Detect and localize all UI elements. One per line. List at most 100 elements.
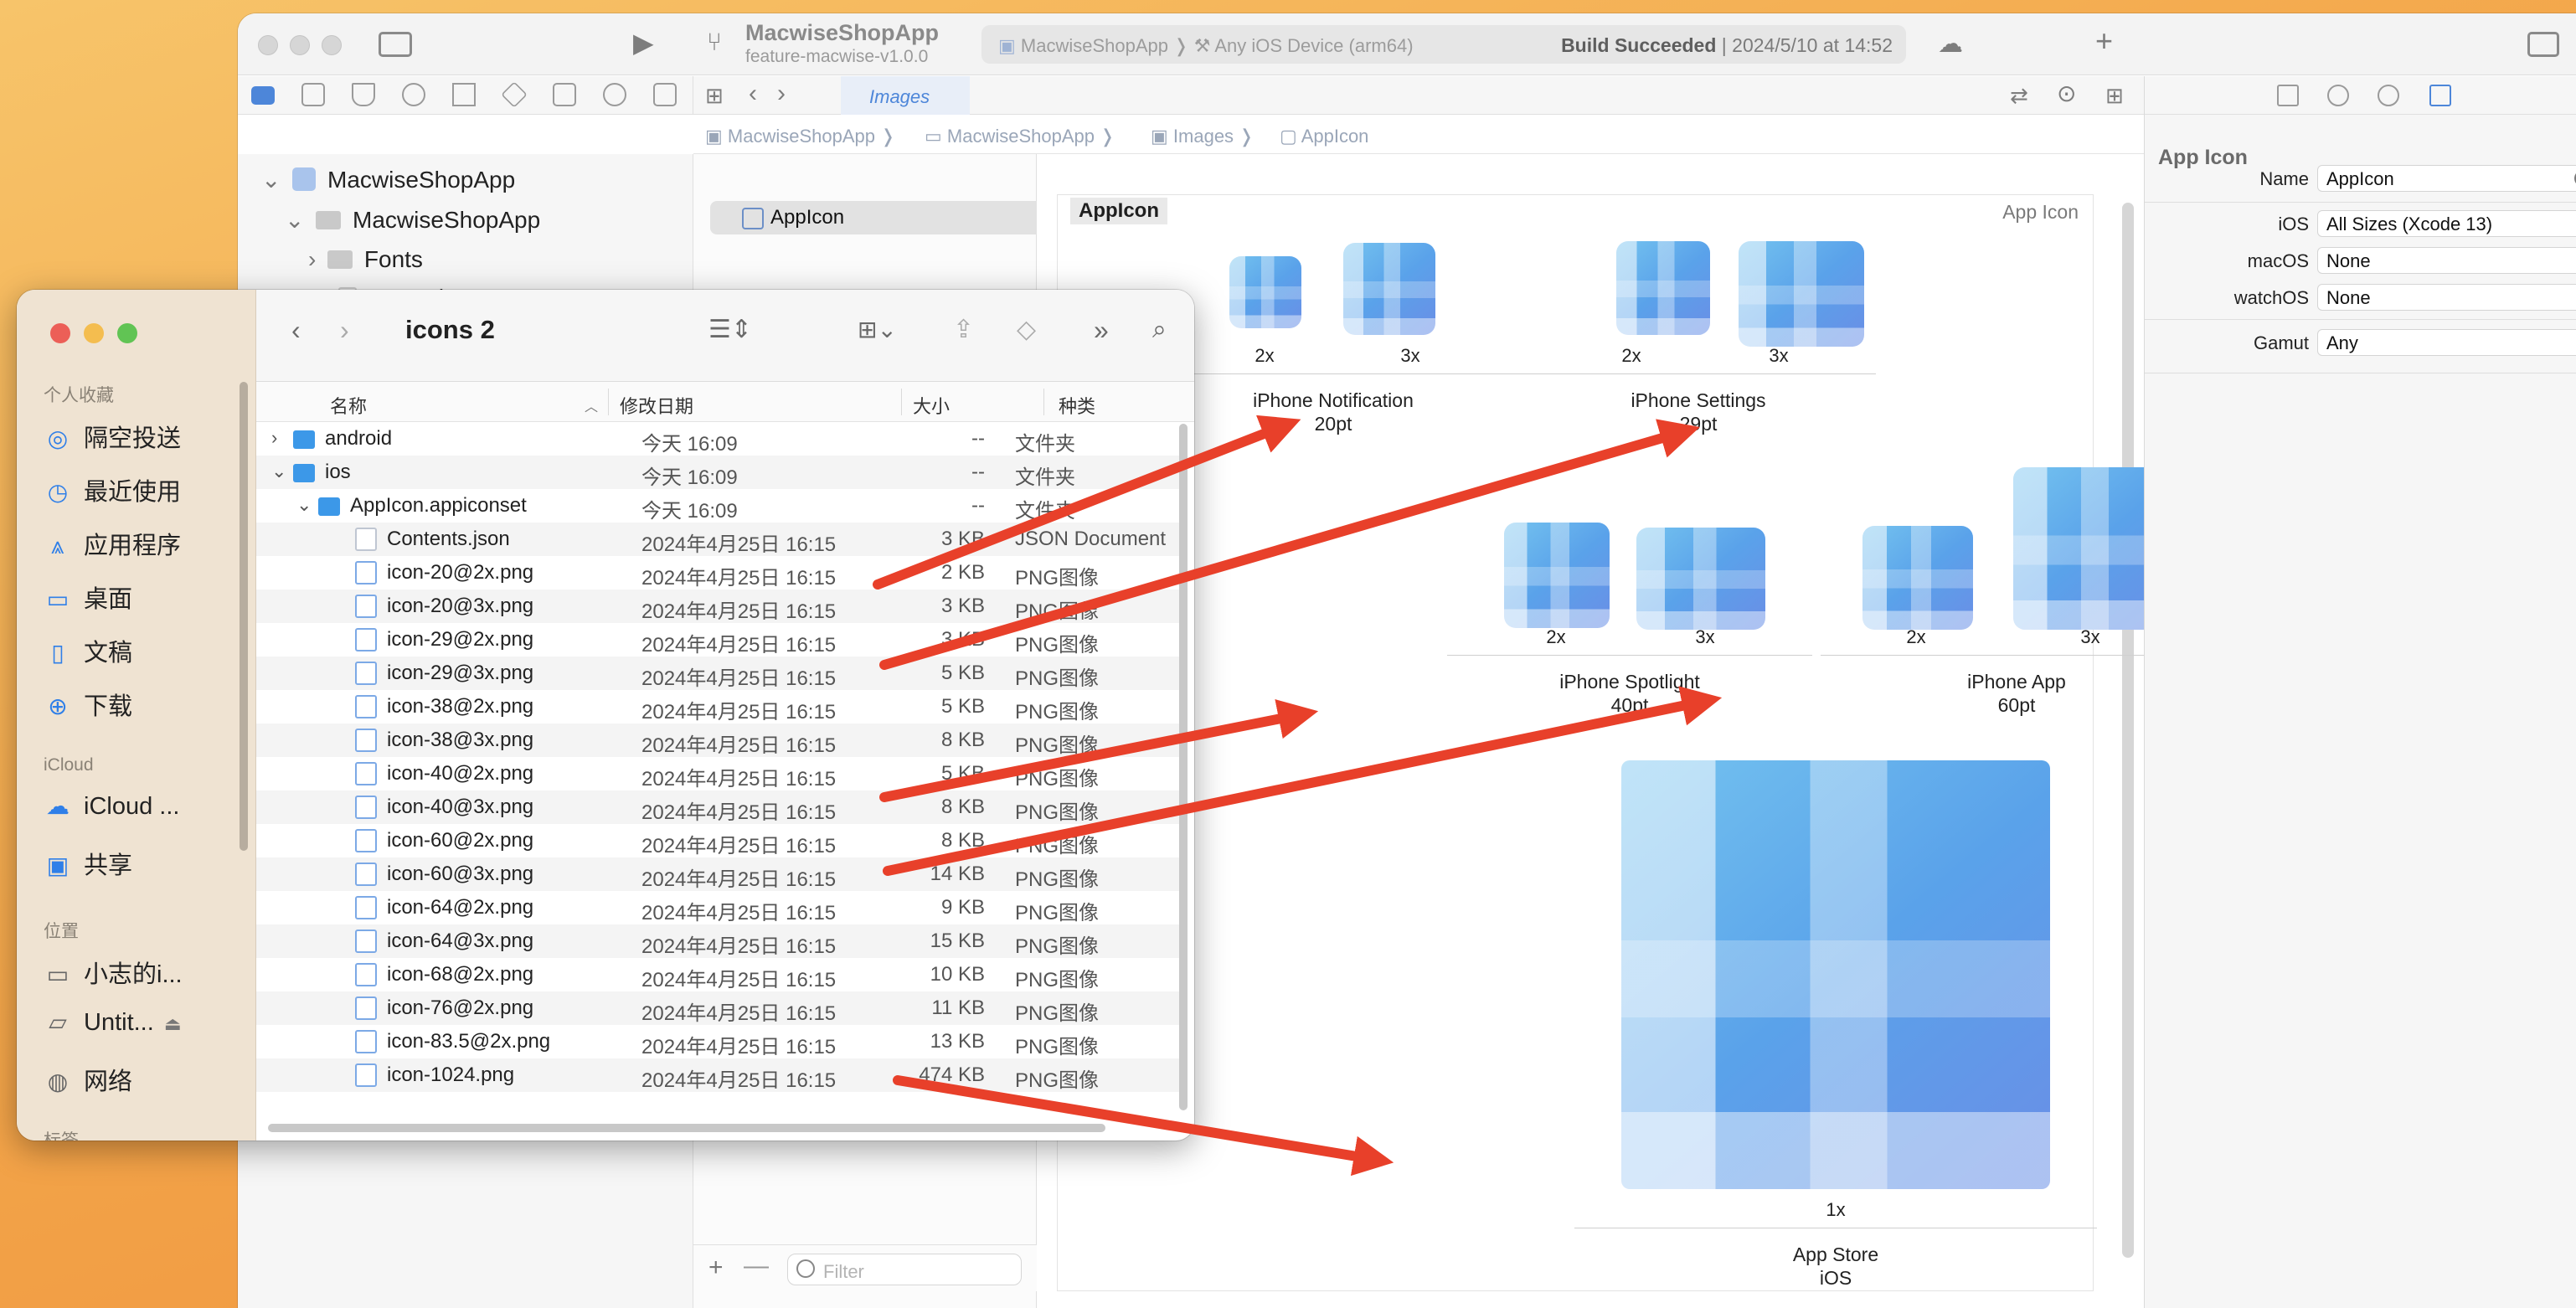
cloud-icon[interactable]: ☁ (1938, 32, 1963, 57)
jumpbar-item-group[interactable]: ▭ MacwiseShopApp ❭ (925, 126, 1115, 147)
search-icon[interactable]: ⌕ (1152, 315, 1167, 345)
back-icon[interactable]: ‹ (291, 315, 301, 345)
icon-slot-spotlight-3x[interactable] (1636, 528, 1765, 630)
report-icon[interactable] (653, 83, 677, 106)
icon-slot-appstore-1x[interactable] (1621, 760, 2050, 1189)
sidebar-item-airdrop[interactable]: ◎ 隔空投送 (44, 419, 181, 454)
table-row[interactable]: Contents.json 2024年4月25日 16:15 3 KB JSON Do… (256, 523, 1179, 556)
table-row[interactable]: ⌄ ios 今天 16:09 -- 文件夹 (256, 456, 1179, 489)
column-kind[interactable]: 种类 (1059, 392, 1095, 419)
file-list-horizontal-scrollbar[interactable] (268, 1124, 1105, 1132)
watchos-select[interactable]: None ⬍ (2317, 284, 2576, 311)
sidebar-item-network[interactable]: ◍ 网络 (44, 1062, 132, 1097)
close-button[interactable] (258, 35, 278, 55)
tree-item-fonts[interactable]: › Fonts (308, 246, 423, 273)
table-row[interactable]: icon-83.5@2x.png 2024年4月25日 16:15 13 KB PNG… (256, 1025, 1179, 1058)
sidebar-item-icloud-drive[interactable]: ☁ iCloud ... (44, 792, 179, 821)
forward-icon[interactable]: › (340, 315, 349, 345)
destination-name[interactable]: Any iOS Device (arm64) (1214, 35, 1413, 56)
swap-icon[interactable]: ⇄ (2010, 83, 2028, 108)
sidebar-toggle-icon[interactable] (379, 32, 412, 57)
share-icon[interactable]: ⇪ (953, 315, 974, 345)
table-row[interactable]: icon-60@2x.png 2024年4月25日 16:15 8 KB PNG图像 (256, 824, 1179, 857)
source-control-icon[interactable] (301, 83, 325, 106)
tree-item-project[interactable]: ⌄ MacwiseShopApp (261, 166, 515, 193)
minimize-button[interactable] (84, 323, 104, 343)
tab-images[interactable]: Images (841, 76, 970, 115)
icon-slot-settings-3x[interactable] (1739, 241, 1864, 347)
warning-icon[interactable] (452, 83, 476, 106)
table-row[interactable]: icon-20@3x.png 2024年4月25日 16:15 3 KB PNG图像 (256, 590, 1179, 623)
zoom-button[interactable] (117, 323, 137, 343)
inspector-toggle-icon[interactable] (2527, 32, 2559, 57)
branch-name[interactable]: feature-macwise-v1.0.0 (745, 47, 928, 67)
jumpbar-item-appicon[interactable]: ▢ AppIcon (1280, 126, 1368, 147)
table-row[interactable]: icon-40@2x.png 2024年4月25日 16:15 5 KB PNG图像 (256, 757, 1179, 790)
history-icon[interactable] (2327, 85, 2349, 106)
search-icon[interactable] (402, 83, 425, 106)
column-name[interactable]: 名称 (330, 392, 367, 419)
grid-icon[interactable]: ⊞ (705, 83, 724, 108)
column-divider[interactable] (608, 389, 609, 415)
sidebar-item-downloads[interactable]: ⊕ 下载 (44, 687, 132, 722)
sort-chevron-up-icon[interactable]: ︿ (585, 395, 598, 415)
list-view-icon[interactable]: ☰⇕ (708, 315, 752, 345)
macos-select[interactable]: None ⬍ (2317, 247, 2576, 274)
split-editor-icon[interactable]: ⊞ (2105, 83, 2124, 108)
help-icon[interactable] (2378, 85, 2399, 106)
debug-icon[interactable] (553, 83, 576, 106)
scheme-selector[interactable]: ▣ MacwiseShopApp ❭ ⚒ Any iOS Device (arm… (998, 35, 1414, 57)
file-list-vertical-scrollbar[interactable] (1179, 424, 1188, 1110)
icon-slot-notification-3x[interactable] (1343, 243, 1435, 335)
group-by-icon[interactable]: ⊞⌄ (858, 315, 897, 345)
sidebar-item-volume[interactable]: ▱ Untit... ⏏ (44, 1008, 182, 1037)
ios-select[interactable]: All Sizes (Xcode 13) ⬍ (2317, 210, 2576, 237)
table-row[interactable]: icon-40@3x.png 2024年4月25日 16:15 8 KB PNG图像 (256, 790, 1179, 824)
run-icon[interactable]: ▶ (633, 29, 654, 56)
eject-icon[interactable]: ⏏ (164, 1013, 182, 1034)
table-row[interactable]: icon-38@3x.png 2024年4月25日 16:15 8 KB PNG图像 (256, 724, 1179, 757)
more-chevron-icon[interactable]: » (1094, 315, 1109, 345)
table-row[interactable]: icon-20@2x.png 2024年4月25日 16:15 2 KB PNG图像 (256, 556, 1179, 590)
back-icon[interactable]: ‹ (749, 81, 757, 106)
asset-row-appicon[interactable]: AppIcon (710, 201, 1065, 234)
sidebar-item-shared[interactable]: ▣ 共享 (44, 846, 132, 881)
table-row[interactable]: icon-64@3x.png 2024年4月25日 16:15 15 KB PNG图像 (256, 924, 1179, 958)
disclosure-open-icon[interactable]: ⌄ (271, 461, 286, 482)
editor-scrollbar[interactable] (2122, 203, 2134, 1258)
attributes-icon[interactable] (2429, 85, 2451, 106)
table-row[interactable]: icon-1024.png 2024年4月25日 16:15 474 KB PNG图像 (256, 1058, 1179, 1092)
sidebar-item-computer[interactable]: ▭ 小志的i... (44, 955, 183, 990)
file-inspector-icon[interactable] (2277, 85, 2299, 106)
column-size[interactable]: 大小 (913, 392, 950, 419)
sidebar-item-recents[interactable]: ◷ 最近使用 (44, 472, 181, 507)
test-icon[interactable] (501, 81, 528, 108)
table-row[interactable]: › android 今天 16:09 -- 文件夹 (256, 422, 1179, 456)
filter-input[interactable]: Filter (787, 1254, 1022, 1285)
disclosure-closed-icon[interactable]: › (271, 427, 277, 449)
table-row[interactable]: icon-64@2x.png 2024年4月25日 16:15 9 KB PNG图像 (256, 891, 1179, 924)
icon-slot-settings-2x[interactable] (1616, 241, 1710, 335)
table-row[interactable]: icon-76@2x.png 2024年4月25日 16:15 11 KB PNG图像 (256, 991, 1179, 1025)
table-row[interactable]: icon-38@2x.png 2024年4月25日 16:15 5 KB PNG图像 (256, 690, 1179, 724)
icon-slot-notification-2x[interactable] (1229, 256, 1301, 328)
jumpbar-item-project[interactable]: ▣ MacwiseShopApp ❭ (705, 126, 896, 147)
forward-icon[interactable]: › (777, 81, 786, 106)
close-button[interactable] (50, 323, 70, 343)
bookmark-icon[interactable] (352, 83, 375, 106)
jumpbar-item-images[interactable]: ▣ Images ❭ (1151, 126, 1255, 147)
sidebar-item-documents[interactable]: ▯ 文稿 (44, 633, 132, 668)
sidebar-scrollbar[interactable] (240, 382, 248, 851)
table-row[interactable]: ⌄ AppIcon.appiconset 今天 16:09 -- 文件夹 (256, 489, 1179, 523)
breakpoint-icon[interactable] (603, 83, 626, 106)
gamut-select[interactable]: Any ⬍ (2317, 329, 2576, 356)
minimize-button[interactable] (290, 35, 310, 55)
sidebar-item-desktop[interactable]: ▭ 桌面 (44, 579, 132, 615)
table-row[interactable]: icon-29@2x.png 2024年4月25日 16:15 3 KB PNG图像 (256, 623, 1179, 657)
add-asset-button[interactable]: + (708, 1254, 724, 1282)
more-icon[interactable]: ⊙ (2057, 81, 2076, 106)
folder-icon[interactable] (251, 86, 275, 105)
table-row[interactable]: icon-60@3x.png 2024年4月25日 16:15 14 KB PNG图像 (256, 857, 1179, 891)
zoom-button[interactable] (322, 35, 342, 55)
column-divider[interactable] (1043, 389, 1044, 415)
